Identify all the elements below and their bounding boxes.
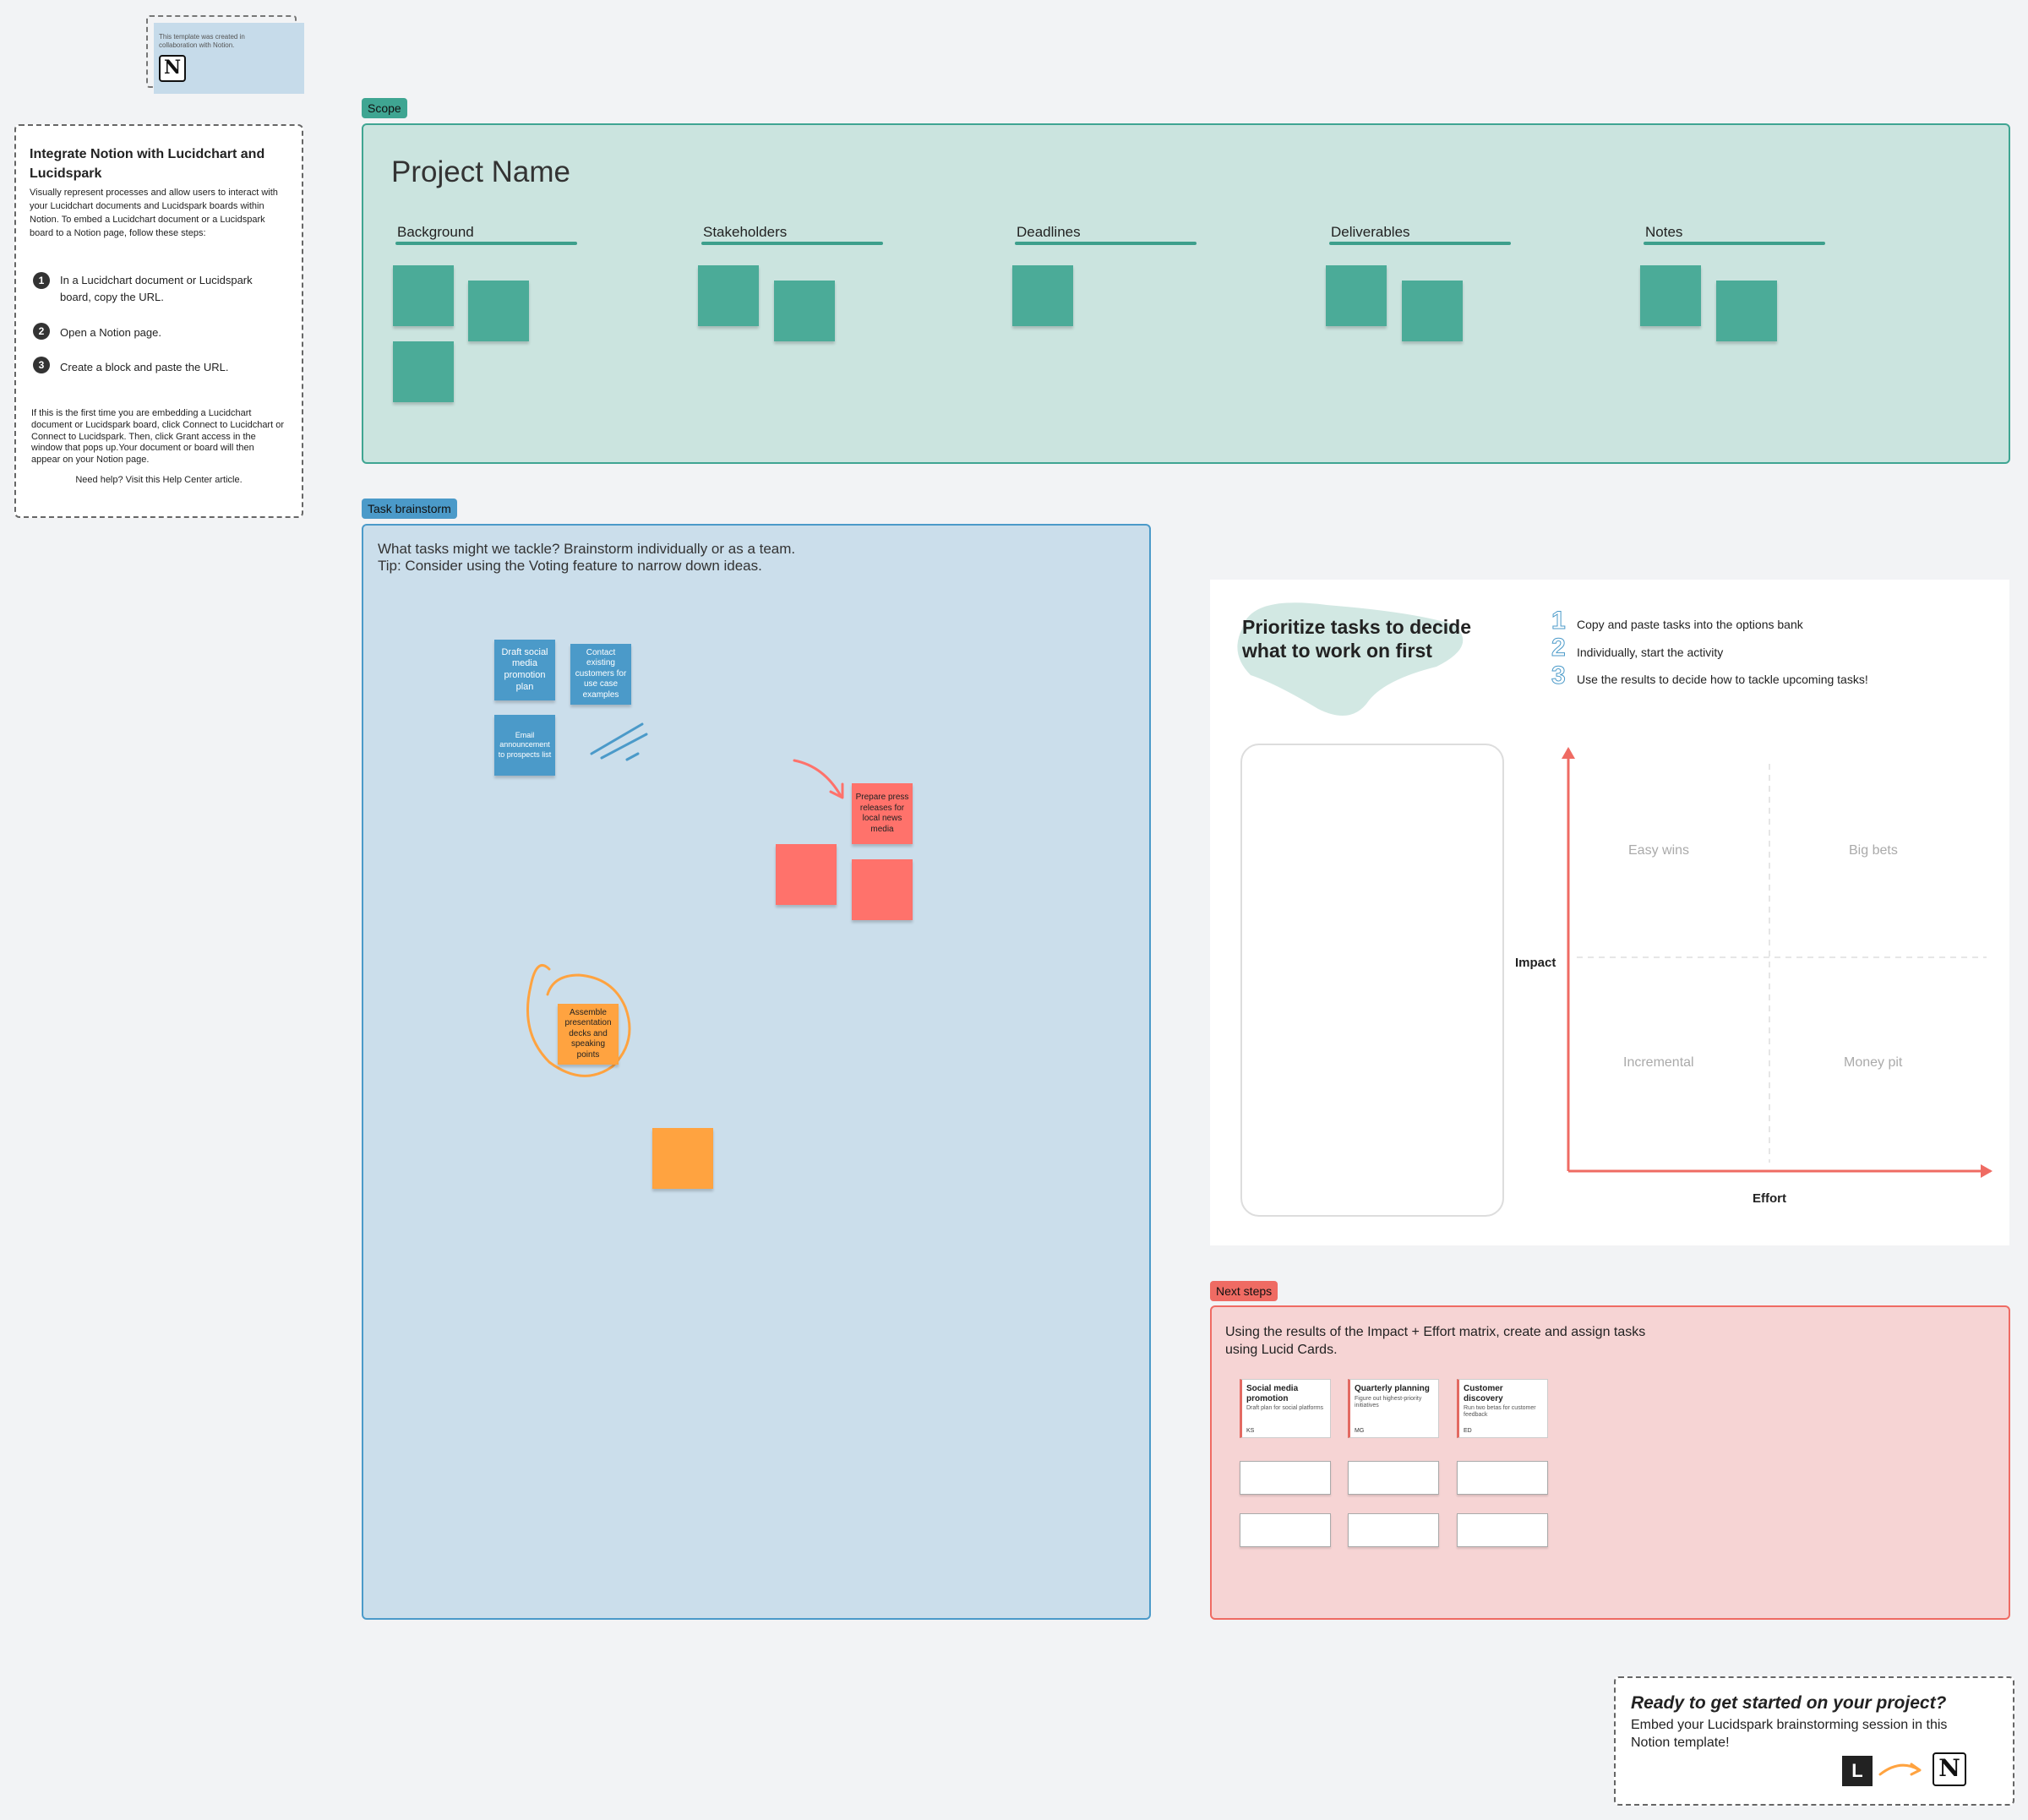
sticky-note[interactable] [698, 265, 759, 326]
sticky-note[interactable] [776, 844, 837, 905]
blank-card[interactable] [1348, 1513, 1439, 1547]
card-description: Draft plan for social platforms [1246, 1405, 1324, 1411]
card-title: Quarterly planning [1355, 1384, 1430, 1393]
step-2-badge: 2 [33, 323, 50, 340]
connector-arrow-icon [1878, 1763, 1922, 1776]
prioritize-step-2: Individually, start the activity [1577, 646, 1724, 659]
cta-body: Embed your Lucidspark brainstorming sess… [1631, 1718, 1948, 1750]
quadrant-money-pit: Money pit [1844, 1055, 1903, 1070]
blank-card[interactable] [1240, 1513, 1331, 1547]
brainstorm-prompt-line2: Tip: Consider using the Voting feature t… [378, 558, 762, 575]
lucid-logo-icon: L [1842, 1756, 1873, 1786]
info-panel[interactable]: Integrate Notion with Lucidchart and Luc… [14, 124, 303, 518]
quadrant-incremental: Incremental [1623, 1055, 1694, 1070]
card-assignee: ED [1464, 1428, 1472, 1434]
help-link[interactable]: Need help? Visit this Help Center articl… [16, 475, 302, 485]
step-3-number: 3 [1551, 662, 1567, 690]
first-time-note: If this is the first time you are embedd… [31, 408, 284, 465]
cta-title: Ready to get started on your project? [1631, 1693, 1947, 1713]
step-3-badge: 3 [33, 357, 50, 373]
blank-card[interactable] [1457, 1461, 1548, 1495]
sticky-assemble-decks[interactable]: Assemble presentation decks and speaking… [558, 1004, 619, 1065]
brainstorm-tag: Task brainstorm [362, 499, 457, 519]
column-deliverables: Deliverables [1331, 224, 1410, 240]
credit-text: This template was created in collaborati… [159, 33, 245, 50]
sticky-note[interactable] [468, 281, 529, 341]
column-deadlines: Deadlines [1017, 224, 1081, 240]
cta-box[interactable]: Ready to get started on your project? Em… [1614, 1676, 2014, 1806]
brainstorm-prompt-line1: What tasks might we tackle? Brainstorm i… [378, 541, 796, 557]
column-stakeholders: Stakeholders [703, 224, 788, 240]
quadrant-easy-wins: Easy wins [1628, 843, 1690, 858]
notion-logo-icon: N [1933, 1752, 1966, 1786]
quadrant-big-bets: Big bets [1849, 843, 1898, 858]
brainstorm-prompt: What tasks might we tackle? Brainstorm i… [378, 541, 795, 575]
credit-note: This template was created in collaborati… [154, 23, 304, 94]
next-steps-prompt: Using the results of the Impact + Effort… [1225, 1325, 1646, 1357]
prioritize-step-3: Use the results to decide how to tackle … [1577, 673, 1868, 686]
info-description: Visually represent processes and allow u… [30, 188, 278, 239]
project-title: Project Name [391, 155, 571, 188]
sticky-note[interactable] [1402, 281, 1463, 341]
column-divider [395, 242, 577, 245]
blank-card[interactable] [1348, 1461, 1439, 1495]
column-divider [1644, 242, 1825, 245]
credit-note-frame[interactable]: This template was created in collaborati… [146, 15, 304, 94]
prioritize-title: Prioritize tasks to decide what to work … [1242, 616, 1471, 662]
sticky-note[interactable] [393, 341, 454, 402]
card-assignee: KS [1246, 1428, 1255, 1434]
column-notes: Notes [1645, 224, 1683, 240]
impact-effort-matrix [1562, 747, 1993, 1178]
card-description: Run two betas for customer feedback [1464, 1405, 1536, 1419]
sticky-note[interactable] [393, 265, 454, 326]
prioritize-step-1: Copy and paste tasks into the options ba… [1577, 618, 1803, 631]
card-title: Social media promotion [1246, 1384, 1299, 1403]
blank-card[interactable] [1240, 1461, 1331, 1495]
column-divider [1329, 242, 1511, 245]
lucid-card-customer-discovery[interactable]: Customer discovery Run two betas for cus… [1457, 1379, 1548, 1438]
sticky-note[interactable] [652, 1128, 713, 1189]
sticky-social-media[interactable]: Draft social media promotion plan [494, 640, 555, 700]
red-arrow-icon [793, 759, 844, 799]
prioritize-panel[interactable]: Prioritize tasks to decide what to work … [1210, 580, 2009, 1245]
notion-logo-icon: N [159, 55, 186, 82]
sticky-press-releases[interactable]: Prepare press releases for local news me… [852, 783, 913, 844]
card-description: Figure out highest-priority initiatives [1355, 1395, 1422, 1409]
step-1-badge: 1 [33, 272, 50, 289]
step-2-text: Open a Notion page. [60, 326, 161, 339]
sticky-contact-customers[interactable]: Contact existing customers for use case … [570, 644, 631, 705]
lucid-card-social-media[interactable]: Social media promotion Draft plan for so… [1240, 1379, 1331, 1438]
card-title: Customer discovery [1464, 1384, 1503, 1403]
sticky-note[interactable] [852, 859, 913, 920]
column-divider [1015, 242, 1197, 245]
column-divider [701, 242, 883, 245]
step-1-number: 1 [1551, 607, 1567, 635]
scope-frame[interactable]: Project Name Background Stakeholders Dea… [362, 123, 2010, 464]
sticky-note[interactable] [774, 281, 835, 341]
lucid-card-quarterly-planning[interactable]: Quarterly planning Figure out highest-pr… [1348, 1379, 1439, 1438]
sticky-note[interactable] [1716, 281, 1777, 341]
sticky-email-announcement[interactable]: Email announcement to prospects list [494, 715, 555, 776]
scope-tag: Scope [362, 98, 407, 118]
options-bank[interactable] [1240, 744, 1504, 1217]
blank-card[interactable] [1457, 1513, 1548, 1547]
blue-marker-strokes [590, 722, 648, 761]
column-background: Background [397, 224, 474, 240]
effort-axis-label: Effort [1753, 1191, 1786, 1206]
sticky-note[interactable] [1012, 265, 1073, 326]
sticky-note[interactable] [1640, 265, 1701, 326]
step-2-number: 2 [1551, 634, 1567, 662]
step-1-text: In a Lucidchart document or Lucidspark b… [60, 274, 253, 303]
next-steps-tag: Next steps [1210, 1281, 1278, 1301]
next-steps-frame[interactable]: Using the results of the Impact + Effort… [1210, 1305, 2010, 1620]
info-title: Integrate Notion with Lucidchart and Luc… [30, 147, 265, 182]
sticky-note[interactable] [1326, 265, 1387, 326]
brainstorm-frame[interactable]: What tasks might we tackle? Brainstorm i… [362, 524, 1151, 1620]
card-assignee: MG [1355, 1428, 1365, 1434]
step-3-text: Create a block and paste the URL. [60, 361, 229, 373]
impact-axis-label: Impact [1515, 956, 1556, 970]
